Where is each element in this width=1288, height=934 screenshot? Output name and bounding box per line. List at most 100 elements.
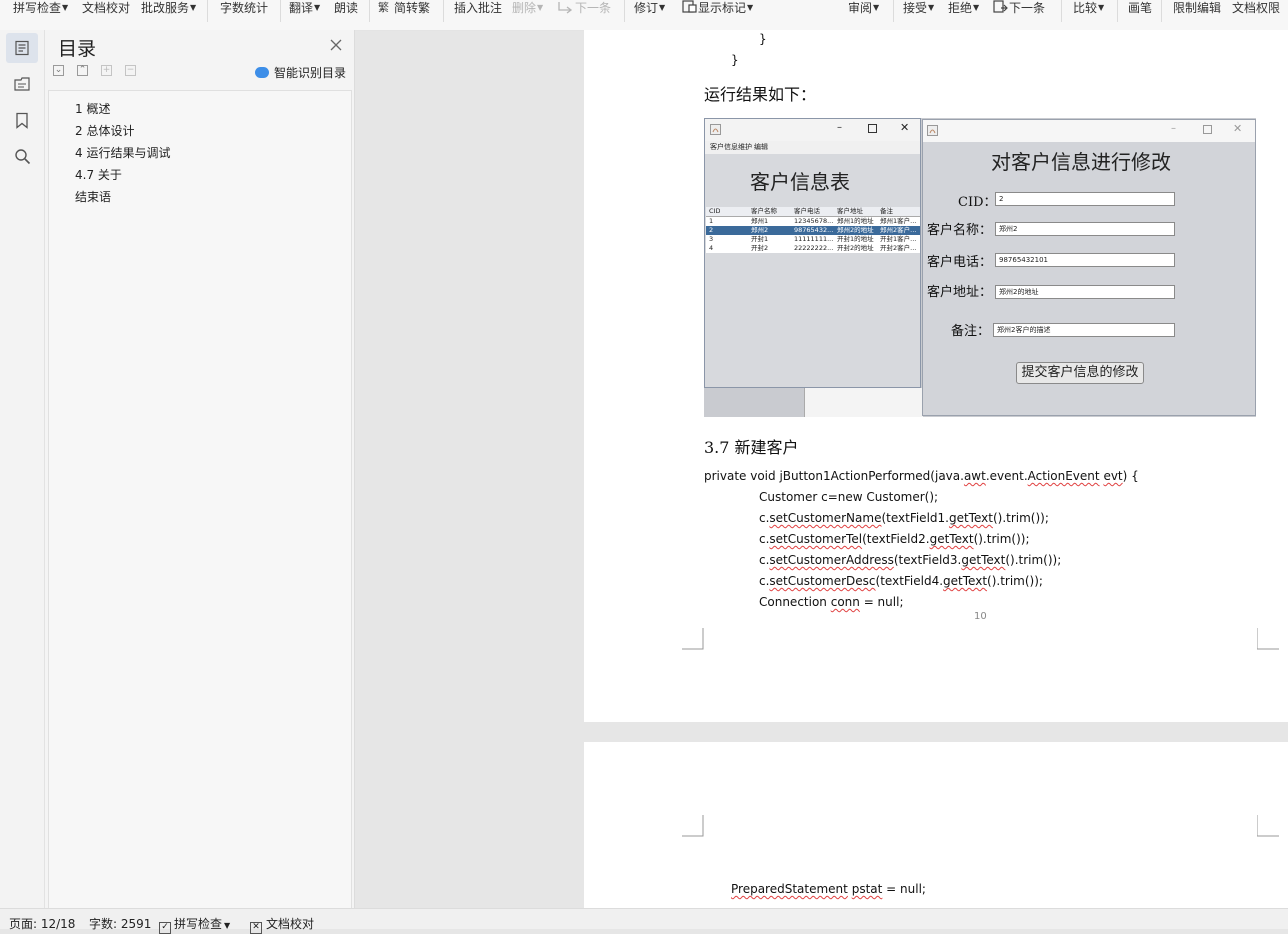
ink-button[interactable]: 画笔 <box>1128 0 1152 16</box>
code-line: Connection conn = null; <box>759 595 903 609</box>
close-icon[interactable]: ✕ <box>900 121 909 134</box>
spell-check-button[interactable]: 拼写检查▼ <box>13 0 68 16</box>
toc-item[interactable]: 1 概述 <box>75 100 110 117</box>
code-token: getText <box>929 532 974 546</box>
reject-button[interactable]: 拒绝▼ <box>948 0 979 16</box>
table-cell: 98765432... <box>794 226 834 234</box>
menu-edit[interactable]: 编辑 <box>754 141 768 154</box>
chevron-down-icon: ▼ <box>62 3 69 12</box>
search-nav-button[interactable] <box>6 141 38 171</box>
table-cell: 开封2的地址 <box>837 244 874 252</box>
restrict-edit-button[interactable]: 限制编辑 <box>1173 0 1221 16</box>
customer-name-field[interactable]: 郑州2 <box>995 222 1175 236</box>
margin-corner-icon <box>1257 628 1279 650</box>
maximize-icon[interactable] <box>868 124 877 133</box>
table-cell: 22222222... <box>794 244 834 252</box>
ribbon-toolbar: 拼写检查▼ 文档校对 批改服务▼ 字数统计 翻译▼ 朗读 繁简转繁 插入批注 删… <box>0 0 1288 31</box>
code-token: ().trim()); <box>987 574 1043 588</box>
close-icon[interactable] <box>329 38 343 52</box>
status-bar: 页面: 12/18 字数: 2591 ✓ 拼写检查 ▼ ✕ 文档校对 <box>0 908 1288 934</box>
review-label: 审阅 <box>848 1 873 15</box>
table-cell: 开封2客户... <box>880 244 917 252</box>
doc-permission-button[interactable]: 文档权限 <box>1232 0 1280 16</box>
read-aloud-button[interactable]: 朗读 <box>334 0 358 16</box>
customer-tel-field[interactable]: 98765432101 <box>995 253 1175 267</box>
revise-service-button[interactable]: 批改服务▼ <box>141 0 196 16</box>
chevron-down-icon: ▼ <box>747 3 754 12</box>
close-icon[interactable]: ✕ <box>1233 122 1242 135</box>
revise-service-label: 批改服务 <box>141 1 190 15</box>
remove-level-icon[interactable]: − <box>125 65 136 76</box>
review-button[interactable]: 审阅▼ <box>848 0 879 16</box>
table-row[interactable]: 3 开封1 11111111... 开封1的地址 开封1客户... <box>706 235 920 244</box>
status-proof-label: 文档校对 <box>266 917 315 931</box>
customer-address-field[interactable]: 郑州2的地址 <box>995 285 1175 299</box>
code-token: = null; <box>859 595 904 609</box>
maximize-icon[interactable] <box>1203 125 1212 134</box>
table-row-selected[interactable]: 2 郑州2 98765432... 郑州2的地址 郑州2客户... <box>706 226 920 235</box>
window-titlebar: – ✕ <box>923 120 1255 142</box>
toc-item[interactable]: 4.7 关于 <box>75 166 122 183</box>
table-row[interactable]: 1 郑州1 12345678... 郑州1的地址 郑州1客户... <box>706 217 920 226</box>
toolbar-divider <box>1161 0 1162 22</box>
delete-label: 删除 <box>512 1 537 15</box>
delete-button[interactable]: 删除▼ <box>512 0 543 16</box>
expand-down-icon[interactable]: ⌄ <box>53 65 64 76</box>
next-change-button[interactable]: 下一条 <box>993 0 1045 16</box>
code-token: getText <box>961 553 1006 567</box>
status-spell-check[interactable]: ✓ 拼写检查 ▼ <box>159 915 230 934</box>
collapse-up-icon[interactable]: ⌃ <box>77 65 88 76</box>
table-row[interactable]: 4 开封2 22222222... 开封2的地址 开封2客户... <box>706 244 920 253</box>
insert-comment-button[interactable]: 插入批注 <box>454 0 502 16</box>
reject-label: 拒绝 <box>948 1 973 15</box>
translate-button[interactable]: 翻译▼ <box>289 0 320 16</box>
simp-trad-button[interactable]: 繁简转繁 <box>378 0 430 16</box>
chevron-down-icon: ▼ <box>190 3 197 12</box>
chapter-nav-button[interactable] <box>6 69 38 99</box>
compare-button[interactable]: 比较▼ <box>1073 0 1104 16</box>
code-token: setCustomerAddress <box>769 553 894 567</box>
minimize-icon[interactable]: – <box>1171 123 1176 134</box>
column-header: 备注 <box>880 207 893 215</box>
page-indicator[interactable]: 页面: 12/18 <box>9 915 75 932</box>
status-doc-proof[interactable]: ✕ 文档校对 <box>250 915 314 934</box>
toc-item[interactable]: 结束语 <box>75 188 111 205</box>
toc-item[interactable]: 4 运行结果与调试 <box>75 144 170 161</box>
smart-toc-button[interactable]: 智能识别目录 <box>255 64 346 81</box>
remark-label: 备注： <box>951 324 991 339</box>
menu-customer-maint[interactable]: 客户信息维护 <box>710 141 752 154</box>
toolbar-divider <box>1117 0 1118 22</box>
toolbar-divider <box>1061 0 1062 22</box>
submit-button[interactable]: 提交客户信息的修改 <box>1016 362 1144 384</box>
code-line: c.setCustomerName(textField1.getText().t… <box>759 511 1049 525</box>
table-cell: 郑州2客户... <box>880 226 917 234</box>
remark-field[interactable]: 郑州2客户的描述 <box>993 323 1175 337</box>
bookmark-nav-button[interactable] <box>6 105 38 135</box>
code-token: (textField4. <box>875 574 944 588</box>
toc-nav-button[interactable] <box>6 33 38 63</box>
toolbar-divider <box>624 0 625 22</box>
run-result-heading: 运行结果如下： <box>704 85 817 104</box>
word-count-button[interactable]: 字数统计 <box>220 0 268 16</box>
next-comment-button[interactable]: 下一条 <box>557 0 611 16</box>
accept-button[interactable]: 接受▼ <box>903 0 934 16</box>
chevron-down-icon: ▼ <box>537 3 544 12</box>
word-count-indicator[interactable]: 字数: 2591 <box>89 915 151 932</box>
code-token: conn <box>830 595 860 609</box>
code-line: c.setCustomerDesc(textField4.getText().t… <box>759 574 1043 588</box>
table-cell: 郑州2的地址 <box>837 226 874 234</box>
code-token: (textField2. <box>862 532 930 546</box>
cid-field[interactable]: 2 <box>995 192 1175 206</box>
doc-proof-button[interactable]: 文档校对 <box>82 0 130 16</box>
revisions-button[interactable]: 修订▼ <box>634 0 665 16</box>
code-line: c.setCustomerAddress(textField3.getText(… <box>759 553 1061 567</box>
code-token: setCustomerTel <box>769 532 863 546</box>
table-cell: 郑州1 <box>751 217 769 225</box>
code-token: awt <box>963 469 986 483</box>
code-token: c. <box>759 511 770 525</box>
toc-item[interactable]: 2 总体设计 <box>75 122 134 139</box>
table-cell: 3 <box>709 235 714 243</box>
add-level-icon[interactable]: + <box>101 65 112 76</box>
show-markup-button[interactable]: 显示标记▼ <box>682 0 753 16</box>
minimize-icon[interactable]: – <box>837 122 842 133</box>
